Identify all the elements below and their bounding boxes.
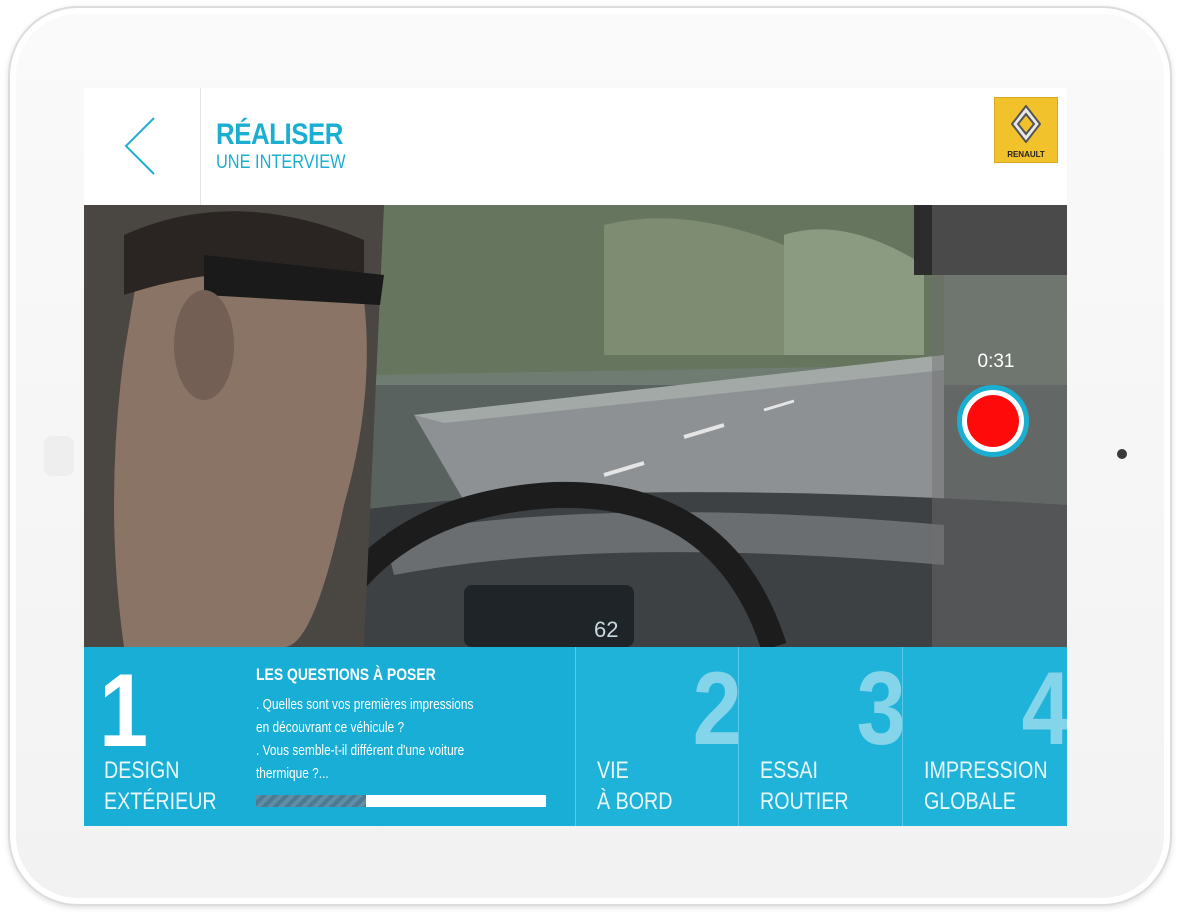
question-line: thermique ?... [256,766,329,782]
page-subtitle: UNE INTERVIEW [216,152,346,173]
step-4-impression-globale[interactable]: 4 IMPRESSION GLOBALE [902,647,1067,826]
step-number: 1 [99,653,149,769]
app-screen: RÉALISER UNE INTERVIEW RENAULT 62 0:31 1… [84,88,1067,826]
step-label: ESSAI ROUTIER [760,755,849,817]
step-label-line2: GLOBALE [924,788,1016,815]
driving-scene: 62 [84,205,1067,647]
renault-logo: RENAULT [994,97,1058,163]
step-3-essai-routier[interactable]: 3 ESSAI ROUTIER [738,647,906,826]
logo-text: RENAULT [1007,150,1045,159]
header: RÉALISER UNE INTERVIEW RENAULT [84,88,1067,205]
home-button [44,436,74,476]
progress-fill [256,795,367,807]
recording-timer: 0:31 [977,351,1015,372]
questions-title: LES QUESTIONS À POSER [256,665,436,684]
back-chevron-icon [124,117,155,175]
step-1-design-exterieur[interactable]: 1 DESIGN EXTÉRIEUR LES QUESTIONS À POSER… [84,647,575,826]
steps-bar: 1 DESIGN EXTÉRIEUR LES QUESTIONS À POSER… [84,647,1067,826]
step-number: 2 [692,651,742,767]
questions-list: . Quelles sont vos premières impressions… [256,694,473,786]
renault-diamond-icon [1011,105,1041,143]
record-icon [967,395,1019,447]
question-line: en découvrant ce véhicule ? [256,720,405,736]
step-label-line1: ESSAI [760,757,818,784]
step-number: 3 [856,651,906,767]
step-label-line1: DESIGN [104,757,180,784]
questions-progress-bar [256,795,546,807]
step-2-vie-a-bord[interactable]: 2 VIE À BORD [575,647,742,826]
back-button[interactable] [84,88,201,205]
record-panel: 0:31 [932,205,1067,647]
question-line: . Quelles sont vos premières impressions [256,697,474,713]
step-label: IMPRESSION GLOBALE [924,755,1048,817]
step-label-line1: IMPRESSION [924,757,1048,784]
step-label-line2: EXTÉRIEUR [104,788,217,815]
step-label-line2: À BORD [597,788,673,815]
page-title: RÉALISER [216,118,344,151]
camera-preview: 62 0:31 [84,205,1067,647]
question-line: . Vous semble-t-il différent d'une voitu… [256,743,465,759]
step-label-line2: ROUTIER [760,788,849,815]
svg-text:62: 62 [594,617,618,642]
front-camera [1117,449,1127,459]
step-label-line1: VIE [597,757,629,784]
step-label: DESIGN EXTÉRIEUR [104,755,217,817]
step-label: VIE À BORD [597,755,672,817]
record-button[interactable] [957,385,1029,457]
step-number: 4 [1021,651,1067,767]
